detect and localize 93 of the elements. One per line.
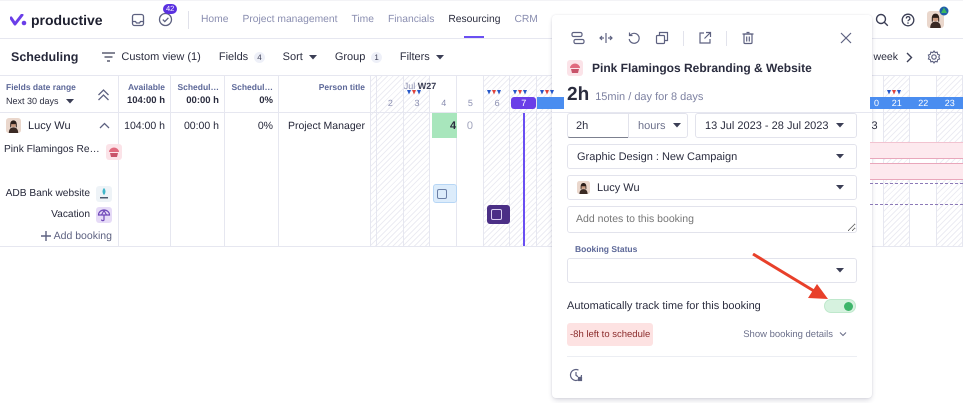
- filter-icon: [102, 52, 116, 62]
- collapse-icon[interactable]: [99, 122, 110, 129]
- table-cell: Project Manager: [288, 120, 365, 132]
- umbrella-icon: [96, 206, 112, 222]
- caret-icon: [672, 123, 681, 128]
- inbox-icon[interactable]: [131, 12, 145, 26]
- resize-horizontal-icon[interactable]: [599, 31, 613, 45]
- caret-icon: [836, 154, 844, 159]
- logo-icon: [10, 14, 27, 26]
- column-header: Schedul…: [177, 82, 219, 92]
- cupcake-icon: [106, 144, 122, 160]
- person-name[interactable]: Lucy Wu: [28, 120, 71, 132]
- person-avatar: [6, 118, 21, 133]
- column-header: Person title: [318, 82, 365, 92]
- day-label: 22: [917, 98, 930, 108]
- next-icon[interactable]: [906, 52, 913, 62]
- day-label: 0: [872, 98, 880, 108]
- filters-button[interactable]: Filters: [400, 51, 444, 63]
- collapse-all-icon[interactable]: [97, 88, 110, 100]
- chevron-down-icon: [839, 332, 847, 337]
- close-icon[interactable]: [839, 31, 853, 45]
- caret-icon: [836, 268, 844, 273]
- column-header: Schedul…: [231, 82, 273, 92]
- sort-button[interactable]: Sort: [282, 51, 317, 63]
- search-icon[interactable]: [875, 12, 889, 26]
- person-avatar: [577, 181, 590, 194]
- logo-text: productive: [31, 12, 103, 28]
- booking-block[interactable]: [486, 205, 510, 224]
- table-cell: 104:00 h: [124, 120, 165, 132]
- capacity-cell-text: 3: [870, 118, 879, 134]
- caret-icon: [436, 54, 444, 60]
- status-dot-icon: [939, 6, 949, 16]
- rate-text: 15min / day for 8 days: [595, 91, 704, 103]
- page-title: Scheduling: [11, 50, 78, 64]
- caret-icon: [66, 98, 74, 104]
- custom-view-button[interactable]: Custom view (1): [102, 51, 201, 63]
- range-dropdown[interactable]: Next 30 days: [6, 96, 76, 106]
- capacity-cell: 4: [432, 113, 458, 138]
- trash-icon[interactable]: [741, 31, 755, 45]
- column-header: Available: [128, 82, 165, 92]
- status-dropdown[interactable]: [567, 258, 857, 283]
- undo-icon[interactable]: [627, 31, 641, 45]
- total-hours: 2h: [567, 84, 590, 106]
- week-label: W27: [418, 81, 436, 91]
- day-label: 6: [494, 98, 501, 108]
- day-label: 21: [890, 98, 903, 108]
- open-external-icon[interactable]: [698, 31, 712, 45]
- period-button[interactable]: week: [873, 51, 898, 63]
- hours-input[interactable]: 2h: [567, 113, 628, 138]
- cupcake-icon: [567, 60, 583, 76]
- settings-icon[interactable]: [927, 50, 941, 64]
- project-title: Pink Flamingos Rebranding & Website: [592, 61, 812, 75]
- auto-track-toggle[interactable]: [824, 299, 856, 313]
- field-label: Booking Status: [575, 244, 638, 254]
- toggle-label: Automatically track time for this booking: [567, 300, 761, 312]
- clock-history-icon[interactable]: [569, 368, 583, 382]
- day-label: 23: [944, 98, 956, 108]
- booking-details-link[interactable]: Show booking details: [743, 329, 847, 340]
- table-cell: 00:00 h: [184, 120, 219, 132]
- unit-dropdown[interactable]: hours: [628, 113, 688, 138]
- caret-icon: [836, 123, 844, 128]
- capacity-cell-text: 0: [466, 118, 474, 134]
- day-label: 3: [414, 98, 421, 108]
- project-name[interactable]: Pink Flamingos Re…: [4, 144, 100, 155]
- column-total: 104:00 h: [126, 95, 165, 106]
- column-total: 00:00 h: [186, 95, 219, 106]
- month-label: Jul: [404, 81, 416, 91]
- project-name[interactable]: ADB Bank website: [6, 188, 90, 199]
- add-booking-button[interactable]: Add booking: [40, 230, 112, 242]
- date-range-dropdown[interactable]: 13 Jul 2023 - 28 Jul 2023: [695, 113, 857, 138]
- remaining-badge: -8h left to schedule: [567, 323, 654, 346]
- day-label: 5: [466, 98, 474, 108]
- table-cell: 0%: [258, 120, 273, 132]
- caret-icon: [836, 185, 844, 190]
- group-button[interactable]: Group 1: [334, 51, 382, 63]
- bank-logo-icon: [96, 186, 112, 202]
- day-label: 2: [386, 98, 394, 108]
- person-dropdown[interactable]: Lucy Wu: [567, 175, 857, 200]
- fields-button[interactable]: Fields 4: [218, 51, 265, 63]
- range-label: Fields date range: [6, 82, 76, 92]
- plus-icon: [40, 230, 51, 240]
- day-label: 4: [440, 98, 448, 108]
- task-dropdown[interactable]: Graphic Design : New Campaign: [567, 144, 857, 169]
- duplicate-icon[interactable]: [655, 31, 669, 45]
- help-icon[interactable]: [901, 12, 915, 26]
- day-label: 7: [520, 98, 528, 108]
- user-avatar: [927, 11, 944, 28]
- column-total: 0%: [259, 95, 273, 106]
- notes-field[interactable]: Add notes to this booking: [567, 206, 857, 233]
- caret-icon: [308, 54, 317, 60]
- project-name[interactable]: Vacation: [51, 209, 90, 220]
- rows-icon[interactable]: [571, 31, 585, 45]
- check-circle-icon[interactable]: [158, 12, 173, 27]
